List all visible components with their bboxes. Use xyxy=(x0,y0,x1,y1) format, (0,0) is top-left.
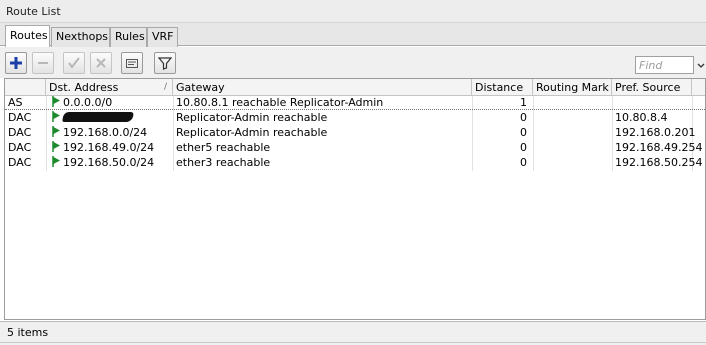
route-pref-source: 192.168.50.254 xyxy=(615,156,703,169)
route-distance: 0 xyxy=(520,126,527,139)
tab-routes[interactable]: Routes xyxy=(5,25,50,47)
funnel-icon xyxy=(158,57,172,70)
column-header-pref-source[interactable]: Pref. Source xyxy=(612,79,692,96)
route-flag-icon xyxy=(52,126,60,137)
route-distance: 0 xyxy=(520,156,527,169)
find-input[interactable] xyxy=(635,56,694,74)
column-header-dst-address-label: Dst. Address xyxy=(49,81,119,94)
route-flag-icon xyxy=(52,111,60,122)
status-divider xyxy=(0,342,706,343)
status-bar: 5 items xyxy=(0,321,706,345)
route-flags: DAC xyxy=(8,156,32,169)
check-icon xyxy=(68,57,80,69)
route-table: Dst. Address / Gateway Distance Routing … xyxy=(4,78,706,320)
route-distance: 0 xyxy=(520,111,527,124)
window-titlebar: Route List xyxy=(0,0,706,23)
column-header-flags[interactable] xyxy=(5,79,46,96)
route-flags: AS xyxy=(8,96,23,109)
note-icon xyxy=(126,59,138,68)
route-routing-mark xyxy=(533,140,612,155)
remove-button[interactable] xyxy=(32,52,54,74)
route-routing-mark xyxy=(533,125,612,140)
item-count: 5 items xyxy=(7,326,49,339)
route-gateway: 10.80.8.1 reachable Replicator-Admin xyxy=(176,96,384,109)
tab-rules[interactable]: Rules xyxy=(110,27,147,47)
route-flag-icon xyxy=(52,96,60,107)
chevron-down-icon[interactable] xyxy=(697,60,705,70)
route-flags: DAC xyxy=(8,111,32,124)
route-flags: DAC xyxy=(8,141,32,154)
route-flag-icon xyxy=(52,141,60,152)
table-row[interactable]: DAC 192.168.0.0/24 Replicator-Admin reac… xyxy=(5,125,705,140)
table-row[interactable]: DAC 192.168.50.0/24 ether3 reachable 0 1… xyxy=(5,155,705,170)
column-header-dst-address[interactable]: Dst. Address / xyxy=(46,79,173,96)
sort-indicator: / xyxy=(163,82,167,92)
route-distance: 1 xyxy=(520,96,527,109)
route-routing-mark xyxy=(533,95,612,110)
route-dst-text: 0.0.0.0/0 xyxy=(63,96,113,109)
route-routing-mark xyxy=(533,110,612,125)
minus-icon xyxy=(38,62,48,64)
route-dst-address: 192.168.49.0/24 xyxy=(46,140,173,155)
table-header: Dst. Address / Gateway Distance Routing … xyxy=(5,79,705,96)
route-gateway: Replicator-Admin reachable xyxy=(176,111,328,124)
x-icon xyxy=(96,58,106,68)
tab-nexthops[interactable]: Nexthops xyxy=(51,27,110,47)
route-dst-text: 192.168.50.0/24 xyxy=(63,156,155,169)
route-dst-address: 0.0.0.0/0 xyxy=(46,95,173,110)
table-row[interactable]: DAC Replicator-Admin reachable 0 10.80.8… xyxy=(5,110,705,125)
route-routing-mark xyxy=(533,155,612,170)
route-dst-address xyxy=(46,110,173,125)
route-flag-icon xyxy=(52,156,60,167)
route-dst-text: 192.168.0.0/24 xyxy=(63,126,148,139)
window-title: Route List xyxy=(6,5,61,18)
column-header-gateway[interactable]: Gateway xyxy=(173,79,472,96)
redaction-mark xyxy=(62,112,134,122)
route-pref-source: 10.80.8.4 xyxy=(615,111,668,124)
route-pref-source: 192.168.0.201 xyxy=(615,126,696,139)
route-gateway: ether3 reachable xyxy=(176,156,271,169)
toolbar xyxy=(0,47,706,78)
table-row[interactable]: AS 0.0.0.0/0 10.80.8.1 reachable Replica… xyxy=(5,95,705,110)
route-flags: DAC xyxy=(8,126,32,139)
filter-button[interactable] xyxy=(154,52,176,74)
add-button[interactable] xyxy=(5,52,27,74)
column-header-distance[interactable]: Distance xyxy=(472,79,533,96)
tab-vrf[interactable]: VRF xyxy=(147,27,178,47)
enable-button[interactable] xyxy=(63,52,85,74)
disable-button[interactable] xyxy=(90,52,112,74)
tab-strip: Routes Nexthops Rules VRF xyxy=(0,23,706,47)
route-dst-address: 192.168.0.0/24 xyxy=(46,125,173,140)
table-row[interactable]: DAC 192.168.49.0/24 ether5 reachable 0 1… xyxy=(5,140,705,155)
route-pref-source xyxy=(612,95,692,110)
column-header-routing-mark[interactable]: Routing Mark xyxy=(533,79,612,96)
route-dst-text: 192.168.49.0/24 xyxy=(63,141,155,154)
route-gateway: ether5 reachable xyxy=(176,141,271,154)
route-gateway: Replicator-Admin reachable xyxy=(176,126,328,139)
route-dst-address: 192.168.50.0/24 xyxy=(46,155,173,170)
comment-button[interactable] xyxy=(121,52,143,74)
plus-icon xyxy=(10,57,22,69)
route-pref-source: 192.168.49.254 xyxy=(615,141,703,154)
route-distance: 0 xyxy=(520,141,527,154)
